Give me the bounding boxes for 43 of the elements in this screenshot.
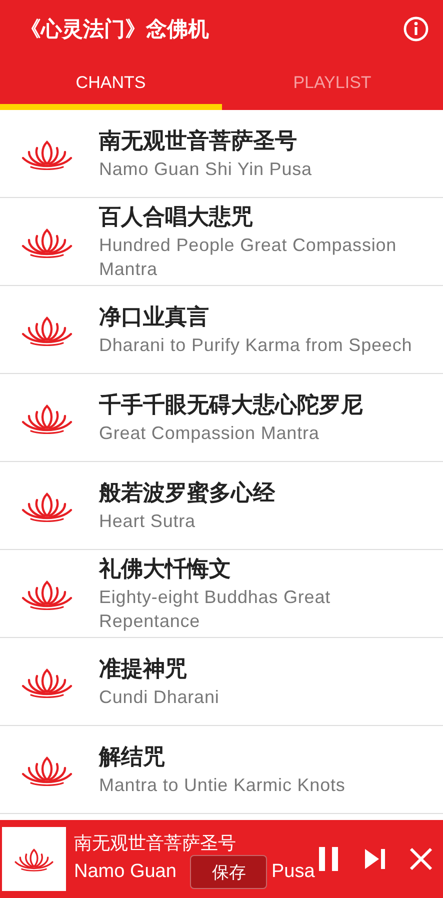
save-button[interactable]: 保存 (190, 855, 268, 889)
app-title: 《心灵法门》念佛机 (20, 16, 209, 43)
chant-title: 百人合唱大悲咒 (99, 204, 254, 232)
lotus-icon (20, 138, 72, 170)
chant-subtitle: Hundred People Great Compassion Mantra (99, 234, 398, 280)
tab[interactable]: CHANTS (0, 58, 222, 110)
pause-icon[interactable] (317, 846, 341, 872)
lotus-icon (14, 846, 54, 872)
chant-item[interactable]: 千手千眼无碍大悲心陀罗尼 Great Compassion Mantra (99, 390, 443, 444)
chant-subtitle: Great Compassion Mantra (99, 422, 320, 444)
skip-next-icon[interactable] (363, 847, 387, 871)
lotus-icon (20, 402, 72, 434)
lotus-icon (20, 226, 72, 258)
close-icon[interactable] (409, 847, 433, 871)
now-playing-subtitle: Pusa (271, 860, 315, 884)
chant-item[interactable]: 礼佛大忏悔文 Eighty-eight Buddhas Great Repentance (99, 554, 443, 632)
chant-title: 礼佛大忏悔文 (99, 556, 232, 584)
lotus-icon (20, 666, 72, 698)
chant-item[interactable]: 百人合唱大悲咒 Hundred People Great Compassion Mantra (99, 202, 443, 280)
chant-item[interactable]: 南无观世音菩萨圣号 Namo Guan Shi Yin Pusa (99, 126, 443, 180)
lotus-icon (20, 314, 72, 346)
chant-subtitle: Cundi Dharani (99, 686, 220, 708)
chant-item[interactable]: 准提神咒 Cundi Dharani (99, 654, 443, 708)
chant-title: 南无观世音菩萨圣号 (99, 128, 298, 156)
info-icon[interactable] (403, 16, 429, 42)
chant-title: 千手千眼无碍大悲心陀罗尼 (99, 392, 364, 420)
chant-subtitle: Eighty-eight Buddhas Great Repentance (99, 586, 332, 632)
now-playing-title: 南无观世音菩萨圣号 (74, 832, 237, 856)
lotus-icon (20, 578, 72, 610)
chant-subtitle: Namo Guan Shi Yin Pusa (99, 158, 313, 180)
chant-title: 净口业真言 (99, 304, 210, 332)
chant-subtitle: Mantra to Untie Karmic Knots (99, 774, 346, 796)
chant-item[interactable]: 般若波罗蜜多心经 Heart Sutra (99, 478, 443, 532)
chant-title: 解结咒 (99, 744, 166, 772)
chant-title: 般若波罗蜜多心经 (99, 480, 276, 508)
chant-item[interactable]: 净口业真言 Dharani to Purify Karma from Speech (99, 302, 443, 356)
lotus-icon (20, 754, 72, 786)
chant-subtitle: Heart Sutra (99, 510, 196, 532)
now-playing-subtitle: Namo Guan (74, 860, 176, 884)
chant-item[interactable]: 解结咒 Mantra to Untie Karmic Knots (99, 742, 443, 796)
chant-subtitle: Dharani to Purify Karma from Speech (99, 334, 414, 356)
chant-title: 准提神咒 (99, 656, 188, 684)
lotus-icon (20, 490, 72, 522)
